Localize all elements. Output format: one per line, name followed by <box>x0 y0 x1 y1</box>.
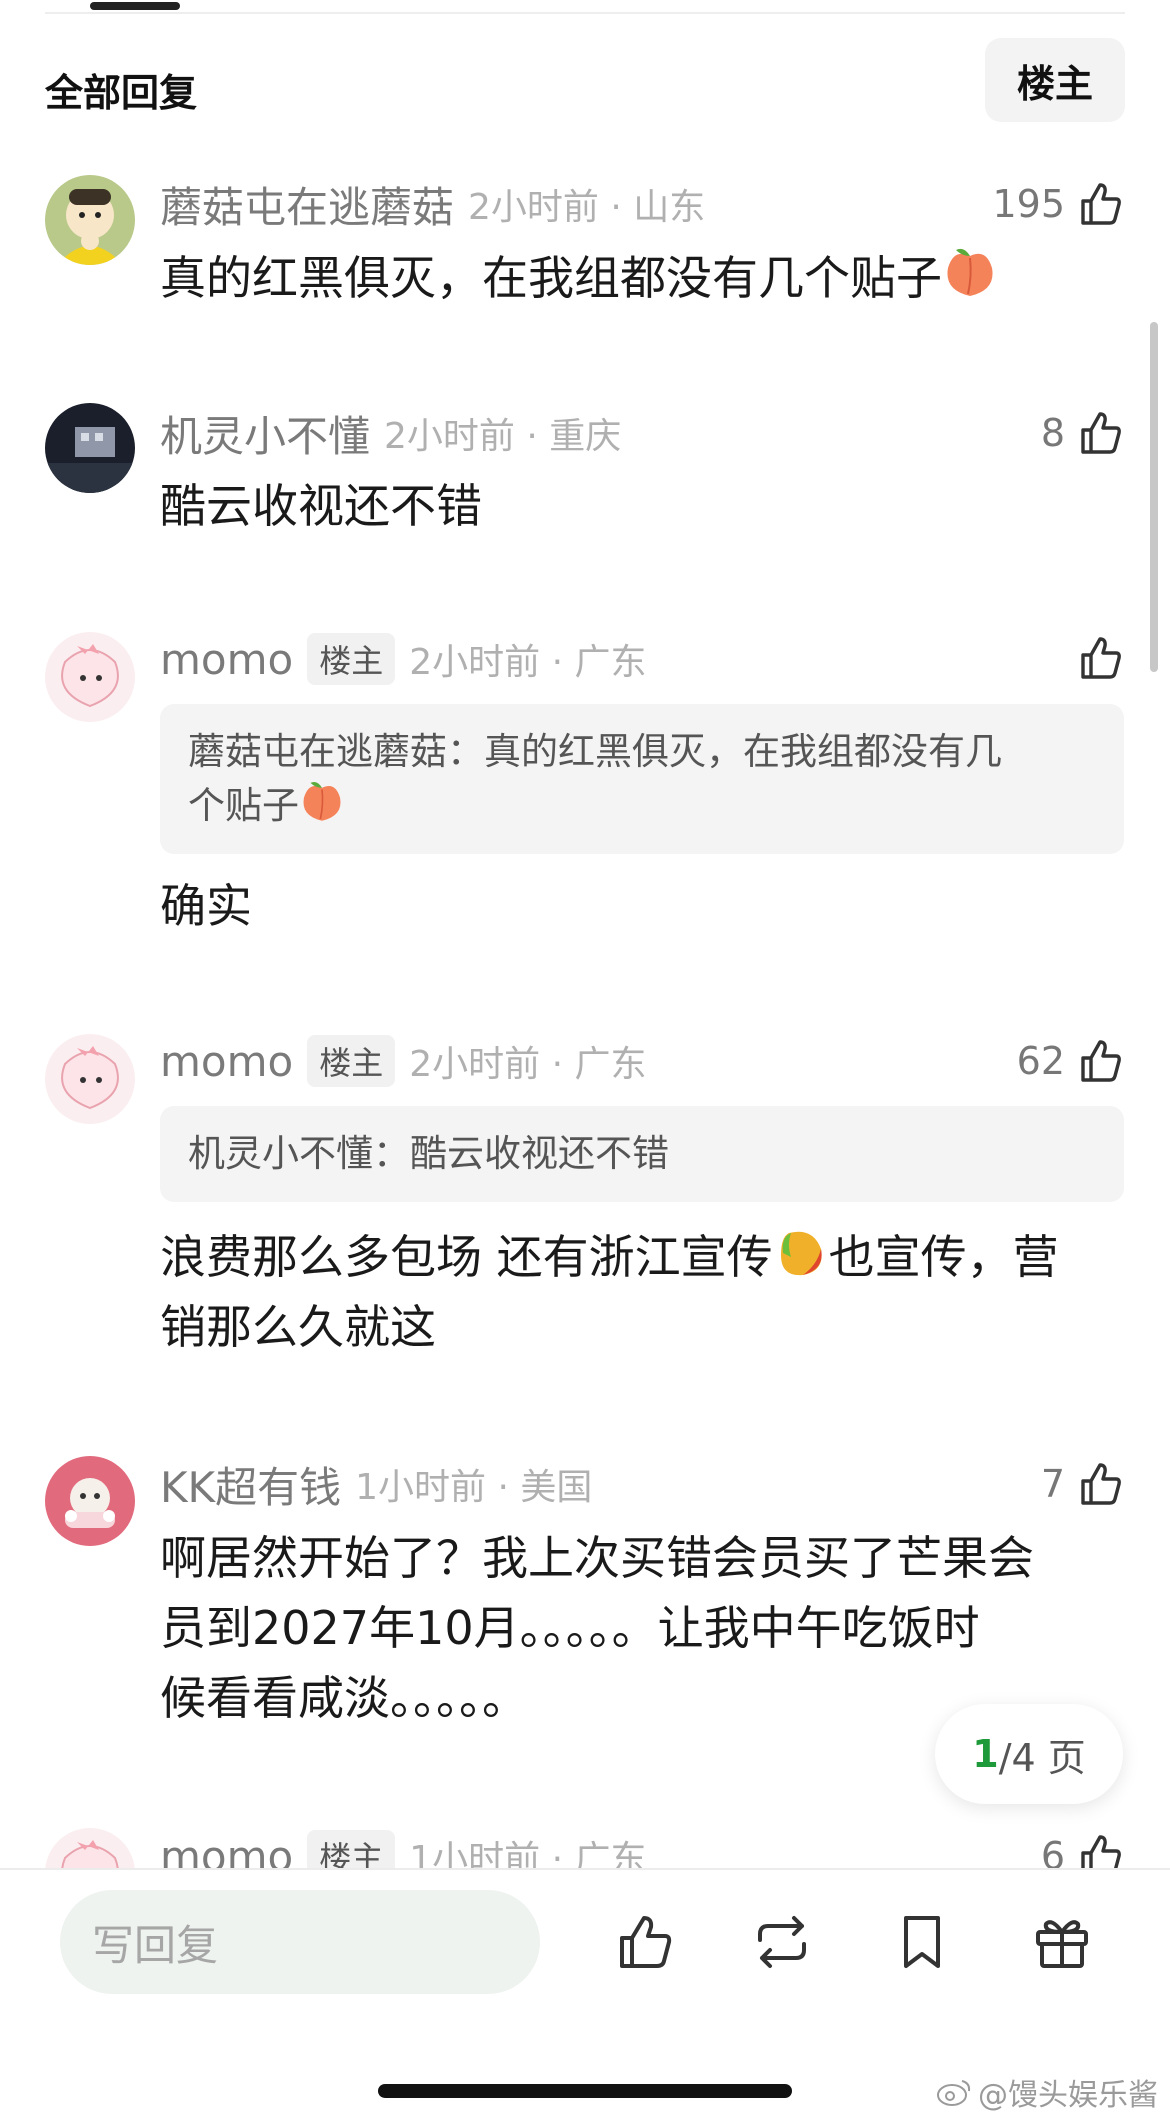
avatar[interactable] <box>45 1034 135 1124</box>
timestamp: 1小时前 · 广东 <box>409 1839 647 1868</box>
timestamp: 2小时前 · 重庆 <box>384 416 622 457</box>
thumbs-up-icon <box>1075 408 1125 458</box>
comment-text: 真的红黑俱灭，在我组都没有几个贴子 <box>160 243 1128 313</box>
thumbs-up-icon <box>1075 633 1125 683</box>
username[interactable]: momo <box>160 1832 293 1869</box>
like-button[interactable]: 62 <box>1017 1033 1125 1089</box>
avatar[interactable] <box>45 1456 135 1546</box>
comment-meta: momo 楼主 2小时前 · 广东 <box>160 633 647 685</box>
avatar[interactable] <box>45 175 135 265</box>
replies-header: 全部回复 楼主 <box>45 38 1125 122</box>
like-button[interactable]: 6 <box>1041 1828 1125 1868</box>
quoted-reply[interactable]: 机灵小不懂：酷云收视还不错 <box>160 1106 1124 1202</box>
like-count: 195 <box>992 182 1065 226</box>
peach-emoji <box>299 778 345 824</box>
comment-meta: 蘑菇屯在逃蘑菇 2小时前 · 山东 <box>160 178 706 232</box>
current-page: 1 <box>972 1732 999 1776</box>
username[interactable]: momo <box>160 635 293 684</box>
page-title: 全部回复 <box>45 71 198 115</box>
comment-meta: momo 楼主 2小时前 · 广东 <box>160 1035 647 1087</box>
username[interactable]: momo <box>160 1037 293 1086</box>
comment-text: 浪费那么多包场 还有浙江宣传 也宣传，营 销那么久就这 <box>160 1222 1128 1362</box>
pagination-indicator[interactable]: 1/4 页 <box>935 1704 1123 1804</box>
like-button[interactable]: 7 <box>1041 1456 1125 1512</box>
like-icon[interactable] <box>612 1910 676 1974</box>
username[interactable]: KK超有钱 <box>160 1454 341 1515</box>
bookmark-icon[interactable] <box>890 1910 954 1974</box>
username[interactable]: 机灵小不懂 <box>160 403 370 464</box>
avatar[interactable] <box>45 632 135 722</box>
like-button[interactable]: 8 <box>1041 405 1125 461</box>
quoted-reply[interactable]: 蘑菇屯在逃蘑菇：真的红黑俱灭，在我组都没有几 个贴子 <box>160 704 1124 854</box>
avatar[interactable] <box>45 1828 135 1868</box>
home-indicator[interactable] <box>378 2084 792 2098</box>
scrollbar[interactable] <box>1150 322 1158 672</box>
like-button[interactable] <box>1065 630 1125 686</box>
timestamp: 2小时前 · 广东 <box>409 642 647 683</box>
like-count: 6 <box>1040 1834 1065 1868</box>
thumbs-up-icon <box>1075 1831 1125 1868</box>
mango-emoji <box>773 1223 829 1279</box>
username[interactable]: 蘑菇屯在逃蘑菇 <box>160 174 454 235</box>
comment-feed[interactable]: 全部回复 楼主 蘑菇屯在逃蘑菇 2小时前 · 山东 195 真的红黑俱灭，在我组… <box>0 0 1170 1868</box>
comment-text: 确实 <box>160 879 252 933</box>
comment-meta: KK超有钱 1小时前 · 美国 <box>160 1458 593 1512</box>
timestamp: 2小时前 · 广东 <box>409 1044 647 1085</box>
comment-meta: momo 楼主 1小时前 · 广东 <box>160 1830 647 1868</box>
reply-input[interactable]: 写回复 <box>60 1890 540 1994</box>
op-badge: 楼主 <box>307 633 396 685</box>
thumbs-up-icon <box>1075 179 1125 229</box>
op-badge: 楼主 <box>307 1830 396 1868</box>
watermark: @馒头娱乐酱 <box>936 2070 1158 2114</box>
like-count: 62 <box>1016 1039 1065 1083</box>
thumbs-up-icon <box>1075 1036 1125 1086</box>
weibo-logo-icon <box>937 2080 971 2106</box>
thumbs-up-icon <box>1075 1459 1125 1509</box>
comment-meta: 机灵小不懂 2小时前 · 重庆 <box>160 407 622 461</box>
gift-icon[interactable] <box>1030 1910 1094 1974</box>
op-only-filter-button[interactable]: 楼主 <box>985 38 1125 122</box>
comment-text: 酷云收视还不错 <box>160 479 482 533</box>
like-count: 8 <box>1040 411 1065 455</box>
like-button[interactable]: 195 <box>992 176 1125 232</box>
avatar[interactable] <box>45 403 135 493</box>
op-badge: 楼主 <box>307 1035 396 1087</box>
like-count: 7 <box>1040 1462 1065 1506</box>
repost-icon[interactable] <box>750 1910 814 1974</box>
timestamp: 1小时前 · 美国 <box>355 1467 593 1508</box>
timestamp: 2小时前 · 山东 <box>468 187 706 228</box>
total-pages: /4 页 <box>998 1735 1086 1780</box>
comment-text: 啊居然开始了？我上次买错会员买了芒果会 员到2027年10月。。。。。让我中午吃… <box>160 1531 1034 1725</box>
peach-emoji <box>942 244 998 300</box>
